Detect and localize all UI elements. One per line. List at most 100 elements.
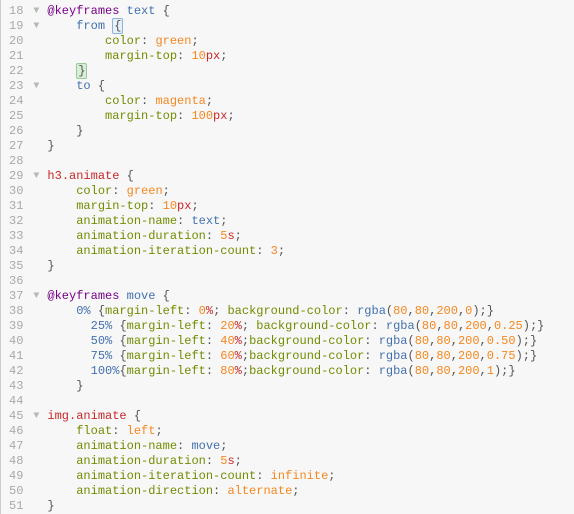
token: ; [242,349,249,363]
code-line[interactable]: } [47,124,574,139]
token: { [134,409,141,423]
token: , [480,364,487,378]
fold-marker [29,439,43,454]
code-line[interactable]: color: green; [47,184,574,199]
fold-marker [29,64,43,79]
code-line[interactable] [47,394,574,409]
fold-marker [29,109,43,124]
token: animation-name [76,214,177,228]
line-number: 22 [9,64,23,79]
token: 80 [415,304,429,318]
fold-marker[interactable]: ▼ [29,4,43,19]
code-line[interactable]: to { [47,79,574,94]
token: from [76,19,105,33]
token: ; [206,94,213,108]
token: @keyframes [47,289,119,303]
code-line[interactable]: color: magenta; [47,94,574,109]
token: px [213,109,227,123]
line-number: 41 [9,349,23,364]
code-line[interactable]: 50% {margin-left: 40%;background-color: … [47,334,574,349]
code-line[interactable]: } [47,64,574,79]
fold-marker[interactable]: ▼ [29,19,43,34]
fold-marker [29,229,43,244]
code-line[interactable]: animation-iteration-count: infinite; [47,469,574,484]
code-line[interactable]: animation-name: move; [47,439,574,454]
code-line[interactable]: color: green; [47,34,574,49]
token: { [119,319,126,333]
token: { [98,304,105,318]
code-line[interactable]: 25% {margin-left: 20%; background-color:… [47,319,574,334]
fold-marker[interactable]: ▼ [29,289,43,304]
fold-marker[interactable]: ▼ [29,79,43,94]
code-line[interactable]: } [47,379,574,394]
line-number: 48 [9,454,23,469]
token: ( [408,334,415,348]
token: s [227,454,234,468]
code-line[interactable]: float: left; [47,424,574,439]
token: 1 [487,364,494,378]
code-line[interactable]: margin-top: 10px; [47,49,574,64]
fold-marker [29,454,43,469]
code-line[interactable]: margin-top: 10px; [47,199,574,214]
fold-marker[interactable]: ▼ [29,409,43,424]
token: : [364,364,371,378]
code-line[interactable]: animation-direction: alternate; [47,484,574,499]
token: : [213,484,220,498]
code-line[interactable]: h3.animate { [47,169,574,184]
code-line[interactable]: animation-duration: 5s; [47,454,574,469]
token: ; [235,229,242,243]
code-line[interactable]: animation-duration: 5s; [47,229,574,244]
line-number: 26 [9,124,23,139]
token: ; [242,364,249,378]
token: , [451,334,458,348]
code-line[interactable]: animation-iteration-count: 3; [47,244,574,259]
code-line[interactable]: 75% {margin-left: 60%;background-color: … [47,349,574,364]
token: : [112,424,119,438]
code-line[interactable]: @keyframes text { [47,4,574,19]
fold-marker[interactable]: ▼ [29,169,43,184]
code-line[interactable]: } [47,499,574,514]
token: text [191,214,220,228]
code-line[interactable] [47,274,574,289]
token: 100% [91,364,120,378]
code-area[interactable]: @keyframes text { from { color: green; m… [43,0,574,514]
fold-marker [29,259,43,274]
token: % [206,304,213,318]
fold-marker [29,484,43,499]
fold-marker [29,34,43,49]
code-line[interactable]: animation-name: text; [47,214,574,229]
code-line[interactable]: } [47,259,574,274]
token: 40 [220,334,234,348]
line-number: 23 [9,79,23,94]
code-line[interactable]: 100%{margin-left: 80%;background-color: … [47,364,574,379]
line-number: 40 [9,334,23,349]
line-number: 18 [9,4,23,19]
code-line[interactable]: 0% {margin-left: 0%; background-color: r… [47,304,574,319]
token: , [436,319,443,333]
code-line[interactable]: margin-top: 100px; [47,109,574,124]
code-line[interactable]: img.animate { [47,409,574,424]
token: ) [516,334,523,348]
token: ( [415,319,422,333]
code-line[interactable]: } [47,139,574,154]
code-line[interactable] [47,154,574,169]
token: 0.50 [487,334,516,348]
token: 200 [465,319,487,333]
token: % [235,364,242,378]
token: margin-left [127,349,206,363]
token: { [119,349,126,363]
token: { [163,289,170,303]
token: magenta [155,94,205,108]
fold-marker [29,49,43,64]
code-line[interactable]: @keyframes move { [47,289,574,304]
token: : [148,199,155,213]
token: : [177,49,184,63]
token: left [127,424,156,438]
code-line[interactable]: from { [47,19,574,34]
line-number: 42 [9,364,23,379]
token: ; [523,334,530,348]
token: .animate [62,169,120,183]
line-number: 30 [9,184,23,199]
fold-marker [29,319,43,334]
line-number: 33 [9,229,23,244]
